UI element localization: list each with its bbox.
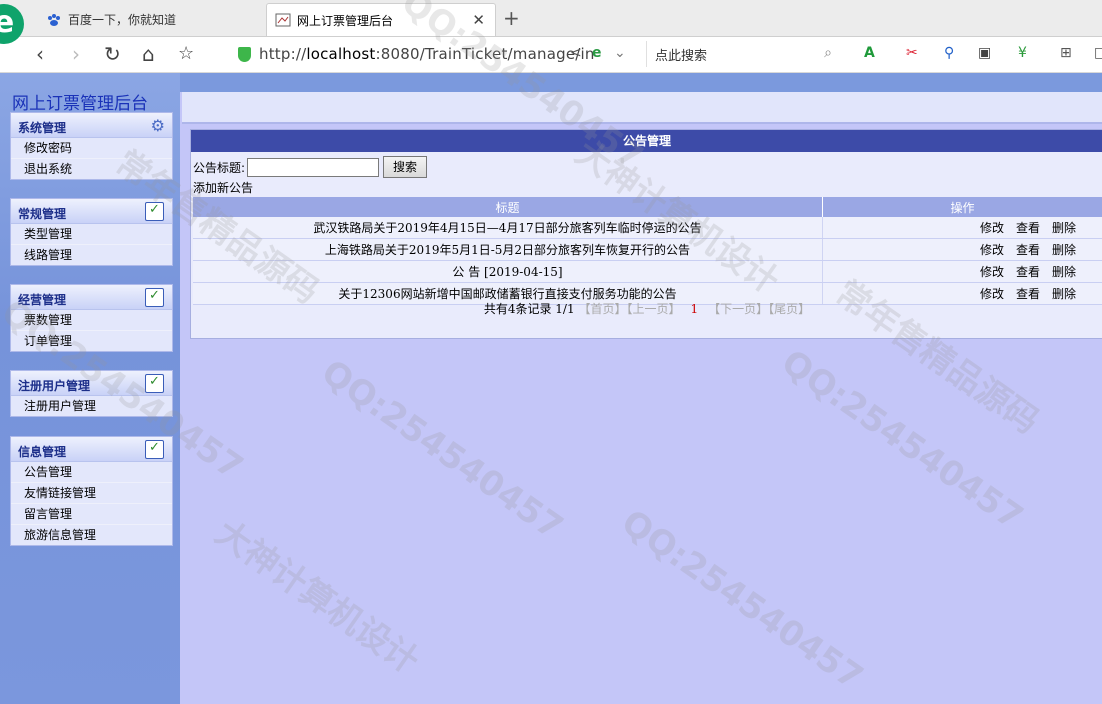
main-content: 公告管理 公告标题: 搜索 添加新公告 标题 操作 武汉铁路局关于2019年4月… xyxy=(180,92,1102,704)
delete-link[interactable]: 删除 xyxy=(1052,221,1076,235)
translate-icon[interactable]: A xyxy=(864,45,875,61)
search-icon[interactable]: ⌕ xyxy=(824,45,832,61)
pagination: 共有4条记录 1/1 【首页】【上一页】 1 【下一页】【尾页】 xyxy=(191,300,1102,317)
first-page-link[interactable]: 【首页】 xyxy=(578,302,626,316)
delete-link[interactable]: 删除 xyxy=(1052,287,1076,301)
menu-general: 常规管理 类型管理 线路管理 xyxy=(10,198,173,266)
record-summary: 共有4条记录 1/1 xyxy=(483,302,575,316)
menu-users: 注册用户管理 注册用户管理 xyxy=(10,370,173,417)
current-page: 1 xyxy=(690,302,699,316)
menu-item-announcements[interactable]: 公告管理 xyxy=(11,462,172,483)
delete-link[interactable]: 删除 xyxy=(1052,243,1076,257)
menu-item-messages[interactable]: 留言管理 xyxy=(11,504,172,525)
row-actions: 修改 查看 删除 xyxy=(822,217,1102,239)
gamepad-icon[interactable]: ▣ xyxy=(978,45,991,61)
search-placeholder: 点此搜索 xyxy=(655,48,708,64)
menu-item-route-management[interactable]: 线路管理 xyxy=(11,245,172,265)
menu-item-ticket-management[interactable]: 票数管理 xyxy=(11,310,172,331)
edit-link[interactable]: 修改 xyxy=(980,287,1004,301)
ie-mode-icon[interactable]: e xyxy=(592,45,602,61)
announcement-title[interactable]: 公 告 [2019-04-15] xyxy=(193,260,823,283)
baidu-paw-icon xyxy=(46,12,62,28)
table-row: 武汉铁路局关于2019年4月15日—4月17日部分旅客列车临时停运的公告 修改查… xyxy=(193,217,1102,239)
browser-toolbar: ‹ › ↻ ⌂ ☆ http://localhost:8080/TrainTic… xyxy=(0,37,1102,73)
browser-search-box[interactable]: 点此搜索 ⌕ xyxy=(646,41,842,67)
scissors-icon[interactable]: ✂ xyxy=(906,45,918,61)
apps-grid-icon[interactable]: ⊞ xyxy=(1060,45,1072,61)
menu-item-order-management[interactable]: 订单管理 xyxy=(11,331,172,351)
menu-system: 系统管理 ⚙ 修改密码 退出系统 xyxy=(10,112,173,180)
home-icon[interactable]: ⌂ xyxy=(142,41,155,67)
menu-info: 信息管理 公告管理 友情链接管理 留言管理 旅游信息管理 xyxy=(10,436,173,546)
edit-check-icon xyxy=(145,202,164,221)
edit-check-icon xyxy=(145,288,164,307)
menu-item-logout[interactable]: 退出系统 xyxy=(11,159,172,179)
new-tab-plus-icon[interactable]: + xyxy=(503,6,520,30)
edit-check-icon xyxy=(145,374,164,393)
add-announcement-link[interactable]: 添加新公告 xyxy=(193,179,253,196)
table-row: 公 告 [2019-04-15] 修改 查看 删除 xyxy=(193,260,1102,283)
table-row: 上海铁路局关于2019年5月1日-5月2日部分旅客列车恢复开行的公告 修改 查看删… xyxy=(193,238,1102,261)
reload-icon[interactable]: ↻ xyxy=(104,41,121,67)
magnifier-tool-icon[interactable]: ⚲ xyxy=(944,45,954,61)
page-body: 网上订票管理后台 系统管理 ⚙ 修改密码 退出系统 常规管理 类型管理 线路管理… xyxy=(0,73,1102,704)
site-title: 网上订票管理后台 xyxy=(12,94,148,114)
menu-header: 信息管理 xyxy=(11,437,172,462)
content-top-bar xyxy=(182,92,1102,124)
window-icon[interactable]: □ xyxy=(1094,45,1102,61)
edit-link[interactable]: 修改 xyxy=(980,265,1004,279)
menu-header: 经营管理 xyxy=(11,285,172,310)
wallet-icon[interactable]: ¥ xyxy=(1018,45,1027,61)
close-tab-icon[interactable]: ✕ xyxy=(472,11,485,29)
title-search-input[interactable] xyxy=(247,157,380,177)
star-favorite-icon[interactable]: ☆ xyxy=(178,41,194,67)
view-link[interactable]: 查看 xyxy=(1016,243,1040,257)
edit-link[interactable]: 修改 xyxy=(980,221,1004,235)
column-header-actions: 操作 xyxy=(822,197,1102,217)
menu-item-change-password[interactable]: 修改密码 xyxy=(11,138,172,159)
last-page-link[interactable]: 【尾页】 xyxy=(768,302,810,316)
forward-arrow-icon[interactable]: › xyxy=(72,41,80,67)
search-button[interactable]: 搜索 xyxy=(383,156,428,178)
view-link[interactable]: 查看 xyxy=(1016,221,1040,235)
tab-label: 网上订票管理后台 xyxy=(297,13,394,28)
announcement-title[interactable]: 上海铁路局关于2019年5月1日-5月2日部分旅客列车恢复开行的公告 xyxy=(193,238,823,261)
menu-business: 经营管理 票数管理 订单管理 xyxy=(10,284,173,352)
browser-tab-admin[interactable]: 网上订票管理后台 ✕ xyxy=(266,3,496,36)
back-arrow-icon[interactable]: ‹ xyxy=(36,41,44,67)
announcement-title[interactable]: 武汉铁路局关于2019年4月15日—4月17日部分旅客列车临时停运的公告 xyxy=(193,217,823,239)
search-label: 公告标题: xyxy=(193,160,246,175)
prev-page-link[interactable]: 【上一页】 xyxy=(626,302,680,316)
browser-tab-baidu[interactable]: 百度一下，你就知道 xyxy=(38,3,264,36)
tab-label: 百度一下，你就知道 xyxy=(68,13,177,27)
announcement-panel: 公告管理 公告标题: 搜索 添加新公告 标题 操作 武汉铁路局关于2019年4月… xyxy=(190,129,1102,339)
browser-tab-bar: e 百度一下，你就知道 网上订票管理后台 ✕ + xyxy=(0,0,1102,44)
address-url: http://localhost:8080/TrainTicket/manage… xyxy=(259,45,595,63)
row-actions: 修改 查看 删除 xyxy=(822,238,1102,261)
edit-check-icon xyxy=(145,440,164,459)
column-header-title: 标题 xyxy=(193,197,823,217)
menu-header: 常规管理 xyxy=(11,199,172,224)
panel-title: 公告管理 xyxy=(191,130,1102,152)
page-favicon-icon xyxy=(275,12,291,28)
delete-link[interactable]: 删除 xyxy=(1052,265,1076,279)
next-page-link[interactable]: 【下一页】 xyxy=(708,302,768,316)
menu-item-type-management[interactable]: 类型管理 xyxy=(11,224,172,245)
menu-item-travel-info[interactable]: 旅游信息管理 xyxy=(11,525,172,545)
menu-header: 系统管理 ⚙ xyxy=(11,113,172,138)
left-sidebar: 网上订票管理后台 系统管理 ⚙ 修改密码 退出系统 常规管理 类型管理 线路管理… xyxy=(0,73,180,704)
menu-item-registered-users[interactable]: 注册用户管理 xyxy=(11,396,172,416)
security-shield-icon xyxy=(238,46,251,62)
view-link[interactable]: 查看 xyxy=(1016,265,1040,279)
gear-icon: ⚙ xyxy=(150,116,165,135)
menu-header: 注册用户管理 xyxy=(11,371,172,396)
search-row: 公告标题: 搜索 xyxy=(193,156,428,178)
menu-item-friend-links[interactable]: 友情链接管理 xyxy=(11,483,172,504)
view-link[interactable]: 查看 xyxy=(1016,287,1040,301)
share-icon[interactable]: < xyxy=(570,45,582,61)
row-actions: 修改 查看 删除 xyxy=(822,260,1102,283)
edit-link[interactable]: 修改 xyxy=(980,243,1004,257)
chevron-down-icon[interactable]: ⌄ xyxy=(614,45,626,61)
announcement-table: 标题 操作 武汉铁路局关于2019年4月15日—4月17日部分旅客列车临时停运的… xyxy=(193,197,1102,305)
